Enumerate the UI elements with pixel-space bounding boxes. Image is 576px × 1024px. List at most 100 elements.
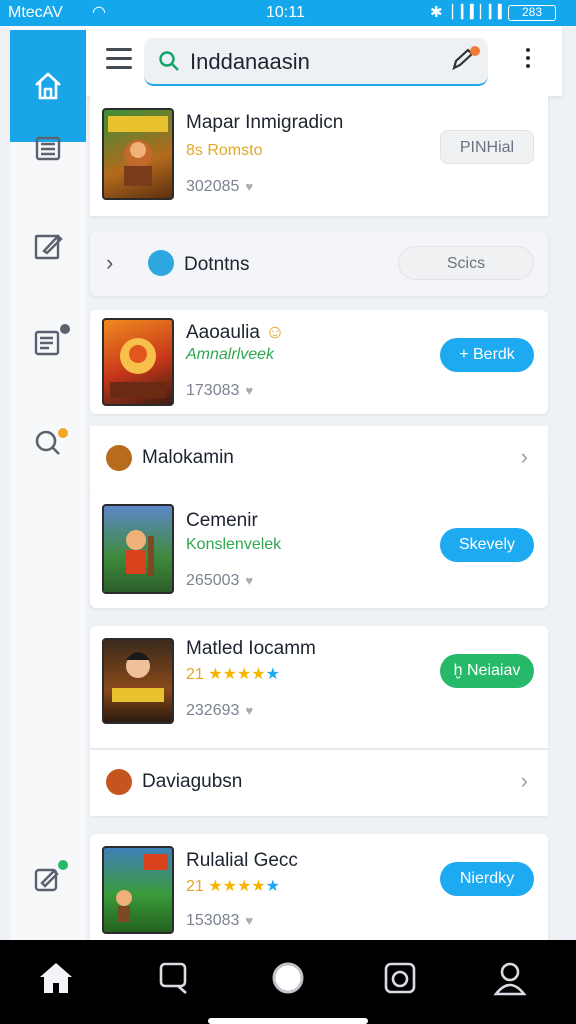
list-icon xyxy=(35,136,61,161)
edit-badge xyxy=(470,46,480,56)
heart-icon: ♥ xyxy=(245,913,254,928)
carrier-label: MtecAV xyxy=(8,4,63,21)
monster-icon xyxy=(148,250,174,276)
nav-home[interactable] xyxy=(36,958,76,998)
section-row[interactable]: Malokamin › xyxy=(90,426,548,490)
star-icon: ★ xyxy=(265,878,280,895)
game-card[interactable]: Aaoaulia ☺ Amnalrlveek 173083 ♥ + Berdk xyxy=(90,310,548,414)
notes-icon xyxy=(34,330,60,356)
menu-button[interactable] xyxy=(106,48,132,72)
game-art-icon xyxy=(110,338,166,398)
count-value: 265003 xyxy=(186,572,240,589)
monster-icon xyxy=(106,445,132,471)
more-dot xyxy=(526,56,530,60)
home-icon xyxy=(40,963,72,993)
edit-icon xyxy=(34,234,63,260)
game-thumbnail xyxy=(102,504,174,594)
nav-camera[interactable] xyxy=(380,958,420,998)
search-badge xyxy=(58,428,68,438)
rating-value: 21 xyxy=(186,666,204,683)
game-card[interactable]: Mapar Inmigradicn 8s Romsto 302085 ♥ PINH… xyxy=(90,96,548,216)
game-thumbnail xyxy=(102,108,174,200)
game-title: Rulalial Gecc xyxy=(186,850,298,871)
game-action-button[interactable]: Nierdky xyxy=(440,862,534,896)
game-art-icon xyxy=(126,530,154,576)
rail-edit[interactable] xyxy=(10,216,86,276)
home-icon xyxy=(35,72,61,100)
more-button[interactable] xyxy=(516,48,540,74)
heart-icon: ♥ xyxy=(245,573,254,588)
search-icon xyxy=(159,51,179,71)
game-art-icon xyxy=(112,652,164,702)
game-art-icon xyxy=(116,854,168,922)
heart-icon: ♥ xyxy=(245,703,254,718)
heart-icon: ♥ xyxy=(245,179,254,194)
game-title: Matled Iocamm xyxy=(186,638,316,659)
game-count: 153083 ♥ xyxy=(186,912,253,930)
game-action-button[interactable]: PINHial xyxy=(440,130,534,164)
game-thumbnail xyxy=(102,846,174,934)
signal-icon: ▏▎▍ xyxy=(452,4,480,19)
section-row[interactable]: Daviagubsn › xyxy=(90,750,548,816)
star-icon: ★★★★ xyxy=(208,666,266,683)
section-label: Dotntns xyxy=(184,254,250,275)
clock: 10:11 xyxy=(266,4,305,21)
home-indicator[interactable] xyxy=(208,1018,368,1024)
rail-search[interactable] xyxy=(10,412,86,472)
nav-profile[interactable] xyxy=(490,958,530,998)
monster-icon xyxy=(106,769,132,795)
nav-center[interactable] xyxy=(268,958,308,998)
person-icon xyxy=(493,962,527,996)
bottom-nav xyxy=(0,940,576,1024)
section-action-label: Scics xyxy=(446,255,486,272)
game-action-button[interactable]: ḫ Neiaiav xyxy=(440,654,534,688)
game-art-icon xyxy=(108,116,168,186)
section-action-button[interactable]: Scics xyxy=(398,246,534,280)
game-subtitle: Konslenvelek xyxy=(186,536,282,553)
chevron-right-icon: › xyxy=(520,768,528,793)
section-label: Daviagubsn xyxy=(142,771,243,792)
chat-icon xyxy=(159,962,187,994)
game-card[interactable]: Rulalial Gecc 21 ★★★★★ 153083 ♥ Nierdky xyxy=(90,834,548,940)
game-rating: 21 ★★★★★ xyxy=(186,664,280,684)
emoji-icon: ☺ xyxy=(265,322,285,343)
status-bar: MtecAV ◠ 10:11 ✱ ▏▎▍ ▏▎▍ 283 xyxy=(0,0,576,26)
search-header xyxy=(86,26,562,96)
cell-signal-icon: ▏▎▍ xyxy=(480,4,508,19)
edit-button[interactable] xyxy=(448,46,480,74)
game-subtitle: 8s Romsto xyxy=(186,142,263,159)
game-thumbnail xyxy=(102,318,174,406)
title-text: Aaoaulia xyxy=(186,322,260,343)
notes-badge xyxy=(60,324,70,334)
rail-notes[interactable] xyxy=(10,312,86,372)
game-title: Aaoaulia ☺ xyxy=(186,322,285,344)
wifi-icon: ◠ xyxy=(92,4,106,21)
rail-compose[interactable] xyxy=(10,848,86,908)
game-subtitle: Amnalrlveek xyxy=(186,346,275,363)
game-count: 265003 ♥ xyxy=(186,572,253,590)
section-row[interactable]: › Dotntns Scics xyxy=(90,232,548,296)
chevron-right-icon: › xyxy=(520,444,528,469)
battery-icon: 283 xyxy=(508,5,556,21)
game-card[interactable]: Matled Iocamm 21 ★★★★★ 232693 ♥ ḫ Neiaiav xyxy=(90,626,548,748)
menu-icon xyxy=(106,48,132,51)
menu-line xyxy=(106,66,132,69)
game-count: 173083 ♥ xyxy=(186,382,253,400)
game-rating: 21 ★★★★★ xyxy=(186,876,280,896)
chevron-right-icon: › xyxy=(106,250,114,275)
game-action-button[interactable]: + Berdk xyxy=(440,338,534,372)
menu-line xyxy=(106,57,132,60)
game-card[interactable]: Cemenir Konslenvelek 265003 ♥ Skevely xyxy=(90,490,548,608)
compose-badge xyxy=(58,860,68,870)
circle-icon xyxy=(272,962,304,994)
game-action-button[interactable]: Skevely xyxy=(440,528,534,562)
count-value: 302085 xyxy=(186,178,240,195)
search-input[interactable] xyxy=(190,49,430,75)
star-icon: ★ xyxy=(265,666,280,683)
nav-chat[interactable] xyxy=(154,958,194,998)
rail-list[interactable] xyxy=(10,118,86,178)
search-bar[interactable] xyxy=(144,38,488,86)
more-icon xyxy=(526,48,530,52)
count-value: 173083 xyxy=(186,382,240,399)
game-count: 302085 ♥ xyxy=(186,178,253,196)
